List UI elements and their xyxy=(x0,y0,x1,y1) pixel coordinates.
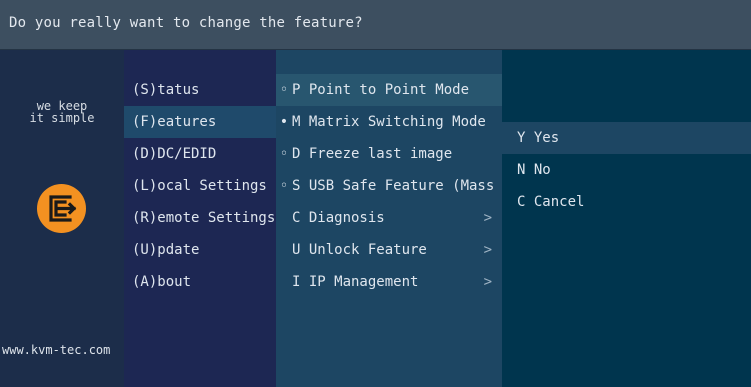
website-url: www.kvm-tec.com xyxy=(2,343,111,357)
menu-item[interactable]: (U)pdate xyxy=(124,234,276,266)
submenu-item-label: C Diagnosis xyxy=(292,210,385,226)
confirm-panel xyxy=(502,50,751,387)
menu-item-label: (L)ocal Settings xyxy=(132,178,267,194)
confirm-option-label: Y Yes xyxy=(517,130,560,146)
menu-item[interactable]: (R)emote Settings xyxy=(124,202,276,234)
radio-selected-icon: • xyxy=(279,114,289,130)
submenu-item-label: U Unlock Feature xyxy=(292,242,427,258)
chevron-right-icon: > xyxy=(483,210,492,226)
menu-item[interactable]: (D)DC/EDID xyxy=(124,138,276,170)
submenu-item-label: P Point to Point Mode xyxy=(292,82,470,98)
submenu-item[interactable]: ◦ S USB Safe Feature (Mass S xyxy=(276,170,502,202)
menu-item-label: (D)DC/EDID xyxy=(132,146,217,162)
radio-unselected-icon: ◦ xyxy=(279,178,289,194)
dialog-title-bar: Do you really want to change the feature… xyxy=(0,0,751,50)
submenu-item-label: S USB Safe Feature (Mass S xyxy=(292,178,502,194)
radio-unselected-icon: ◦ xyxy=(279,146,289,162)
confirm-option[interactable]: Y Yes xyxy=(502,122,751,154)
submenu-item[interactable]: U Unlock Feature > xyxy=(276,234,502,266)
confirm-option[interactable]: C Cancel xyxy=(502,186,751,218)
menu-item-label: (S)tatus xyxy=(132,82,200,98)
menu-item-label: (R)emote Settings xyxy=(132,210,276,226)
kvm-tec-logo-icon xyxy=(37,184,86,233)
submenu-item-label: I IP Management xyxy=(292,274,419,290)
menu-item[interactable]: (A)bout xyxy=(124,266,276,298)
menu-item-label: (U)pdate xyxy=(132,242,200,258)
menu-item[interactable]: (S)tatus xyxy=(124,74,276,106)
submenu-item-label: M Matrix Switching Mode xyxy=(292,114,486,130)
menu-item[interactable]: (L)ocal Settings xyxy=(124,170,276,202)
chevron-right-icon: > xyxy=(483,242,492,258)
submenu-item[interactable]: • M Matrix Switching Mode xyxy=(276,106,502,138)
menu-item[interactable]: (F)eatures xyxy=(124,106,276,138)
radio-unselected-icon: ◦ xyxy=(279,82,289,98)
confirm-option-label: C Cancel xyxy=(517,194,585,210)
submenu-item[interactable]: ◦ D Freeze last image xyxy=(276,138,502,170)
menu-item-label: (F)eatures xyxy=(132,114,217,130)
chevron-right-icon: > xyxy=(483,274,492,290)
confirm-option-label: N No xyxy=(517,162,551,178)
confirm-option[interactable]: N No xyxy=(502,154,751,186)
tagline-line2: it simple xyxy=(29,111,95,125)
submenu-item-label: D Freeze last image xyxy=(292,146,453,162)
submenu-item[interactable]: I IP Management > xyxy=(276,266,502,298)
submenu-item[interactable]: ◦ P Point to Point Mode xyxy=(276,74,502,106)
dialog-question: Do you really want to change the feature… xyxy=(9,15,363,31)
menu-item-label: (A)bout xyxy=(132,274,192,290)
submenu-item[interactable]: C Diagnosis > xyxy=(276,202,502,234)
